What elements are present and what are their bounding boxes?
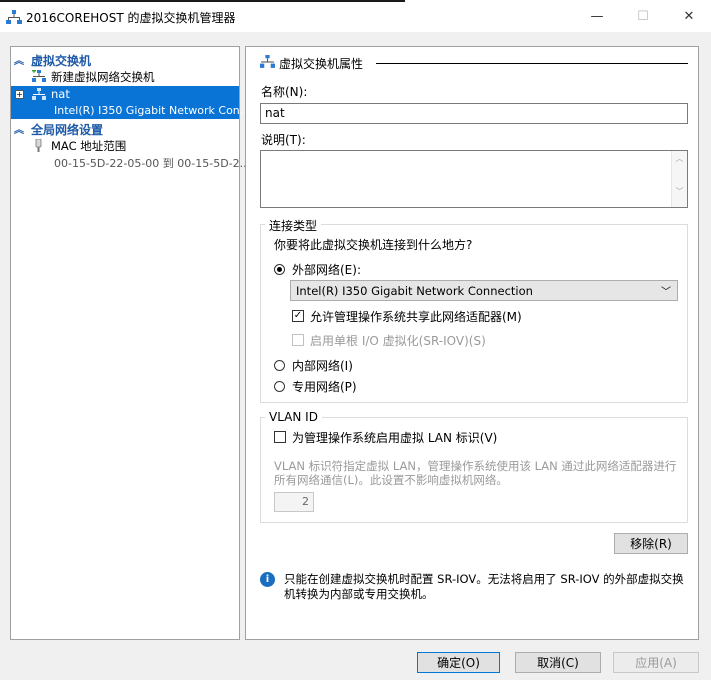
external-network-radio[interactable] [274, 264, 285, 275]
notes-textarea[interactable] [260, 150, 688, 208]
add-switch-icon [32, 70, 46, 82]
notes-label: 说明(T): [261, 133, 306, 147]
name-label: 名称(N): [261, 85, 308, 99]
window-title: 2016COREHOST 的虚拟交换机管理器 [26, 11, 236, 25]
chevron-down-icon: ﹀ [661, 287, 671, 298]
sriov-label: 启用单根 I/O 虚拟化(SR-IOV)(S) [310, 334, 486, 348]
network-switch-icon [6, 10, 22, 24]
mac-address-icon [35, 139, 42, 152]
private-network-radio[interactable] [274, 381, 285, 392]
notes-scrollbar[interactable]: ︿ ﹀ [671, 151, 687, 207]
section-header-global-network-settings[interactable]: ︽ 全局网络设置 [11, 120, 239, 137]
title-bar[interactable]: 2016COREHOST 的虚拟交换机管理器 — ☐ ✕ [0, 0, 711, 32]
tree-item-new-switch[interactable]: 新建虚拟网络交换机 [11, 68, 239, 85]
maximize-button[interactable]: ☐ [620, 0, 666, 32]
section-header-virtual-switches[interactable]: ︽ 虚拟交换机 [11, 51, 239, 68]
external-network-label[interactable]: 外部网络(E): [292, 261, 361, 278]
section-divider [376, 63, 688, 64]
tree-item-mac-range[interactable]: MAC 地址范围 00-15-5D-22-05-00 到 00-15-5D-2.… [11, 137, 250, 170]
vlan-id-input: 2 [274, 492, 314, 512]
group-title: 连接类型 [265, 217, 322, 234]
name-input[interactable]: nat [260, 103, 688, 124]
title-accent [0, 0, 405, 2]
switch-tree-panel[interactable]: ︽ 虚拟交换机 新建虚拟网络交换机 + nat Intel(R) I350 Gi… [10, 46, 250, 640]
info-icon: i [260, 572, 275, 587]
tree-item-label: MAC 地址范围 [51, 139, 127, 153]
collapse-chevron-icon[interactable]: ︽ [14, 52, 24, 67]
sriov-checkbox [292, 334, 304, 346]
minimize-button[interactable]: — [574, 0, 620, 32]
adapter-select-value: Intel(R) I350 Gigabit Network Connection [296, 284, 533, 298]
allow-mgmt-os-label[interactable]: 允许管理操作系统共享此网络适配器(M) [310, 308, 522, 325]
section-header-label: 虚拟交换机 [31, 54, 92, 68]
adapter-select[interactable]: Intel(R) I350 Gigabit Network Connection… [290, 280, 678, 301]
expand-plus-icon[interactable]: + [15, 90, 24, 99]
connection-question: 你要将此虚拟交换机连接到什么地方? [274, 238, 473, 252]
ok-button[interactable]: 确定(O) [417, 652, 500, 673]
collapse-chevron-icon[interactable]: ︽ [14, 121, 24, 136]
vlan-enable-checkbox[interactable] [274, 431, 286, 443]
vlan-description: VLAN 标识符指定虚拟 LAN，管理操作系统使用该 LAN 通过此网络适配器进… [274, 459, 677, 487]
connection-type-group: 连接类型 你要将此虚拟交换机连接到什么地方? 外部网络(E): Intel(R)… [260, 217, 688, 403]
remove-button[interactable]: 移除(R) [614, 533, 688, 554]
cancel-button[interactable]: 取消(C) [515, 652, 601, 673]
sriov-info-text: 只能在创建虚拟交换机时配置 SR-IOV。无法将启用了 SR-IOV 的外部虚拟… [284, 572, 684, 601]
tree-item-label: nat [51, 87, 70, 101]
tree-item-nat[interactable]: + nat Intel(R) I350 Gigabit Network Con.… [11, 86, 250, 119]
internal-network-label[interactable]: 内部网络(I) [292, 357, 353, 374]
section-title: 虚拟交换机属性 [279, 57, 364, 71]
tree-item-label: 新建虚拟网络交换机 [51, 70, 155, 84]
private-network-label[interactable]: 专用网络(P) [292, 378, 357, 395]
group-title: VLAN ID [265, 410, 322, 424]
close-button[interactable]: ✕ [666, 0, 711, 32]
vlan-group: VLAN ID 为管理操作系统启用虚拟 LAN 标识(V) VLAN 标识符指定… [260, 410, 688, 523]
network-switch-icon [260, 55, 275, 68]
scroll-down-arrow-icon[interactable]: ﹀ [672, 186, 687, 197]
vlan-enable-label[interactable]: 为管理操作系统启用虚拟 LAN 标识(V) [292, 429, 497, 446]
scroll-up-arrow-icon[interactable]: ︿ [672, 153, 687, 164]
switch-properties-panel: 虚拟交换机属性 名称(N): nat 说明(T): ︿ ﹀ 连接类型 你要将此虚… [245, 46, 699, 640]
network-switch-icon [32, 88, 46, 100]
apply-button: 应用(A) [613, 652, 699, 673]
tree-item-adapter-name: Intel(R) I350 Gigabit Network Con... [54, 104, 251, 117]
allow-mgmt-os-checkbox[interactable]: ✓ [292, 310, 304, 322]
tree-item-mac-range-value: 00-15-5D-22-05-00 到 00-15-5D-2... [54, 157, 251, 170]
section-header-label: 全局网络设置 [31, 123, 104, 137]
internal-network-radio[interactable] [274, 360, 285, 371]
